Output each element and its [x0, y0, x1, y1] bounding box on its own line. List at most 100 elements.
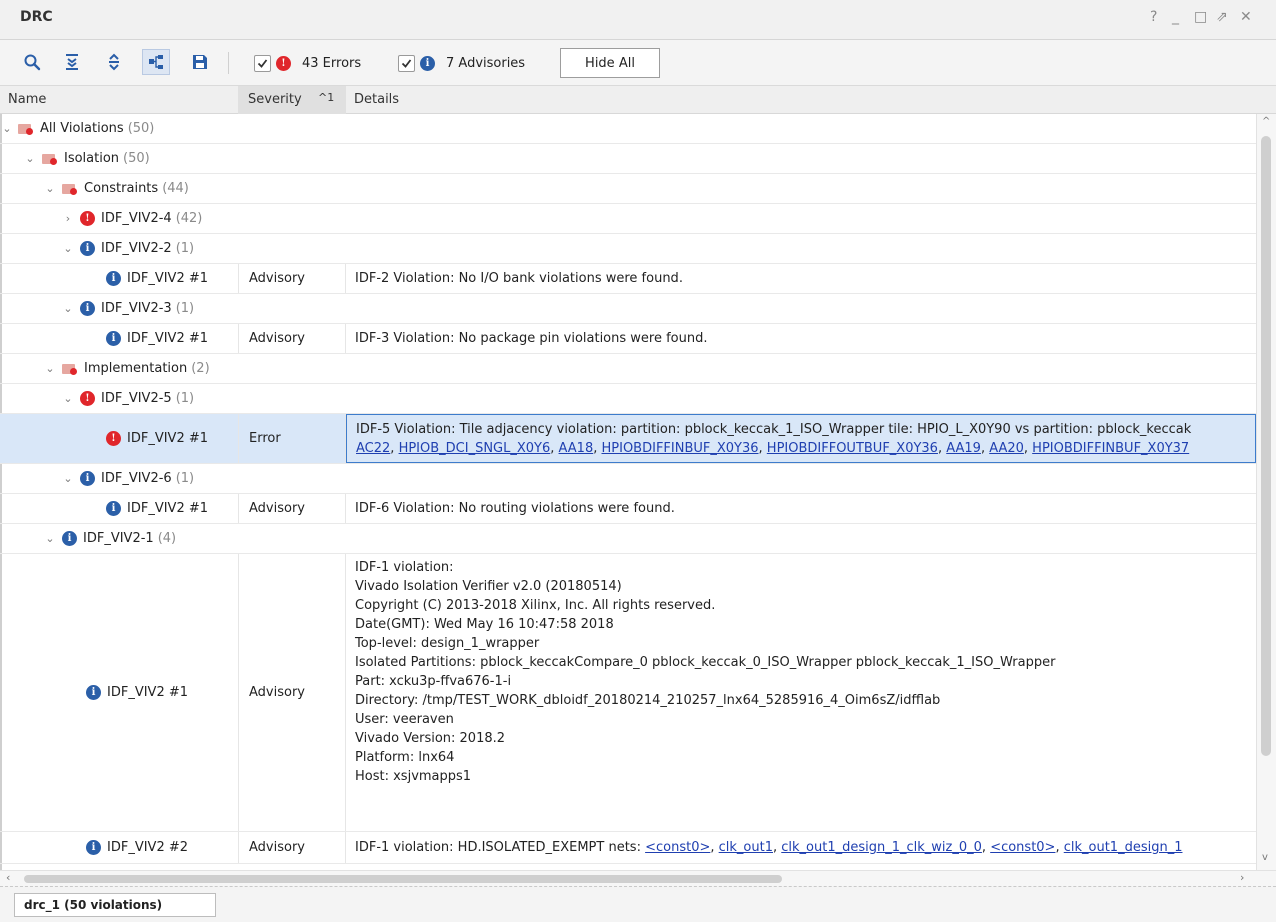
violation-name: IDF_VIV2 #1: [127, 271, 209, 286]
tree-row-viv2-3-item[interactable]: i IDF_VIV2 #1 Advisory IDF-3 Violation: …: [0, 324, 1256, 354]
tree-row-viv2-6-item[interactable]: i IDF_VIV2 #1 Advisory IDF-6 Violation: …: [0, 494, 1256, 524]
chevron-down-icon[interactable]: ⌄: [42, 182, 58, 195]
net-link[interactable]: <const0>: [990, 840, 1055, 855]
site-link[interactable]: AA18: [559, 441, 594, 456]
tree-label: IDF_VIV2-6: [101, 471, 172, 486]
details-cell: IDF-6 Violation: No routing violations w…: [355, 501, 675, 516]
net-link[interactable]: clk_out1_design_1: [1064, 840, 1183, 855]
scroll-right-icon[interactable]: ›: [1240, 871, 1244, 884]
column-header-details[interactable]: Details: [354, 92, 399, 107]
tree-row-idf-viv2-5[interactable]: ⌄ ! IDF_VIV2-5 (1): [0, 384, 1256, 414]
violation-folder-icon: [62, 182, 78, 196]
violation-name: IDF_VIV2 #1: [107, 685, 189, 700]
tree-count: (1): [175, 301, 195, 316]
tree-row-idf-viv2-6[interactable]: ⌄ i IDF_VIV2-6 (1): [0, 464, 1256, 494]
chevron-down-icon[interactable]: ⌄: [0, 122, 14, 135]
violation-name: IDF_VIV2 #1: [127, 431, 209, 446]
scroll-left-icon[interactable]: ‹: [6, 871, 10, 884]
advisories-checkbox[interactable]: [398, 54, 415, 72]
info-icon: i: [86, 840, 101, 855]
errors-filter[interactable]: ! 43 Errors: [254, 52, 361, 74]
tree-label: Isolation: [64, 151, 120, 166]
float-button[interactable]: ⇗: [1216, 9, 1228, 25]
tree-row-viv2-1-item2[interactable]: i IDF_VIV2 #2 Advisory IDF-1 violation: …: [0, 832, 1256, 864]
tree-row-constraints[interactable]: ⌄ Constraints (44): [0, 174, 1256, 204]
site-link[interactable]: AC22: [356, 441, 390, 456]
violations-tree[interactable]: ⌄ All Violations (50) ⌄ Isolation (50) ⌄…: [0, 114, 1256, 870]
horizontal-scrollbar[interactable]: ‹ ›: [0, 870, 1276, 886]
chevron-down-icon[interactable]: ⌄: [60, 472, 76, 485]
tree-row-isolation[interactable]: ⌄ Isolation (50): [0, 144, 1256, 174]
tree-label: IDF_VIV2-1: [83, 531, 154, 546]
vertical-scroll-thumb[interactable]: [1261, 136, 1271, 756]
tree-row-viv2-1-item1[interactable]: i IDF_VIV2 #1 Advisory IDF-1 violation: …: [0, 554, 1256, 832]
tree-count: (50): [123, 151, 150, 166]
group-by-icon[interactable]: [142, 49, 170, 75]
site-link[interactable]: HPIOBDIFFINBUF_X0Y36: [602, 441, 759, 456]
chevron-down-icon[interactable]: ⌄: [60, 392, 76, 405]
details-line: IDF-1 violation:: [355, 560, 454, 575]
scroll-up-icon[interactable]: ^: [1262, 116, 1270, 127]
errors-checkbox[interactable]: [254, 54, 271, 72]
column-header-severity[interactable]: Severity: [248, 92, 302, 107]
tree-label: IDF_VIV2-3: [101, 301, 172, 316]
tree-row-viv2-5-item-selected[interactable]: ! IDF_VIV2 #1 Error IDF-5 Violation: Til…: [0, 414, 1256, 464]
site-link[interactable]: HPIOB_DCI_SNGL_X0Y6: [399, 441, 551, 456]
title-bar: DRC ? _ □ ⇗ ✕: [0, 0, 1276, 40]
tree-row-idf-viv2-3[interactable]: ⌄ i IDF_VIV2-3 (1): [0, 294, 1256, 324]
tree-row-all-violations[interactable]: ⌄ All Violations (50): [0, 114, 1256, 144]
error-icon: !: [276, 55, 291, 71]
details-line: IDF-5 Violation: Tile adjacency violatio…: [356, 421, 1192, 437]
details-line: Vivado Version: 2018.2: [355, 731, 506, 746]
save-icon[interactable]: [186, 49, 214, 75]
tree-row-idf-viv2-1[interactable]: ⌄ i IDF_VIV2-1 (4): [0, 524, 1256, 554]
tree-row-idf-viv2-4[interactable]: › ! IDF_VIV2-4 (42): [0, 204, 1256, 234]
horizontal-scroll-thumb[interactable]: [24, 875, 782, 883]
tree-count: (50): [127, 121, 155, 136]
tree-count: (2): [191, 361, 210, 376]
hide-all-button[interactable]: Hide All: [560, 48, 660, 78]
tree-row-viv2-2-item[interactable]: i IDF_VIV2 #1 Advisory IDF-2 Violation: …: [0, 264, 1256, 294]
site-link[interactable]: HPIOBDIFFINBUF_X0Y37: [1032, 441, 1189, 456]
site-link[interactable]: AA20: [989, 441, 1024, 456]
chevron-down-icon[interactable]: ⌄: [60, 302, 76, 315]
toolbar-separator: [228, 52, 229, 74]
search-icon[interactable]: [18, 49, 46, 75]
chevron-down-icon[interactable]: ⌄: [42, 362, 58, 375]
severity-cell: Advisory: [238, 494, 346, 523]
site-link[interactable]: AA19: [946, 441, 981, 456]
violation-folder-icon: [62, 362, 78, 376]
advisories-filter[interactable]: i 7 Advisories: [398, 52, 525, 74]
chevron-down-icon[interactable]: ⌄: [60, 242, 76, 255]
help-button[interactable]: ?: [1150, 9, 1157, 25]
details-line: Host: xsjvmapps1: [355, 769, 472, 784]
chevron-right-icon[interactable]: ›: [60, 212, 76, 225]
column-header-name[interactable]: Name: [8, 92, 46, 107]
site-link[interactable]: HPIOBDIFFOUTBUF_X0Y36: [767, 441, 938, 456]
violation-folder-icon: [18, 122, 34, 136]
net-link[interactable]: <const0>: [645, 840, 710, 855]
details-cell: IDF-2 Violation: No I/O bank violations …: [355, 271, 683, 286]
error-icon: !: [80, 211, 95, 226]
scroll-down-icon[interactable]: v: [1262, 852, 1268, 863]
collapse-all-icon[interactable]: [58, 49, 86, 75]
close-button[interactable]: ✕: [1240, 9, 1252, 25]
maximize-button[interactable]: □: [1194, 9, 1207, 25]
tree-row-idf-viv2-2[interactable]: ⌄ i IDF_VIV2-2 (1): [0, 234, 1256, 264]
minimize-button[interactable]: _: [1172, 9, 1179, 25]
tree-label: All Violations: [40, 121, 124, 136]
expand-all-icon[interactable]: [100, 49, 128, 75]
errors-filter-label: 43 Errors: [302, 55, 362, 71]
tree-row-implementation[interactable]: ⌄ Implementation (2): [0, 354, 1256, 384]
net-link[interactable]: clk_out1: [719, 840, 773, 855]
severity-cell: Advisory: [238, 264, 346, 293]
vertical-scrollbar[interactable]: ^ v: [1256, 114, 1276, 870]
sort-indicator: ^1: [318, 91, 335, 104]
chevron-down-icon[interactable]: ⌄: [42, 532, 58, 545]
drc-result-tab[interactable]: drc_1 (50 violations): [14, 893, 216, 917]
details-line: Directory: /tmp/TEST_WORK_dbloidf_201802…: [355, 693, 941, 708]
chevron-down-icon[interactable]: ⌄: [22, 152, 38, 165]
net-link[interactable]: clk_out1_design_1_clk_wiz_0_0: [781, 840, 982, 855]
violation-folder-icon: [42, 152, 58, 166]
severity-cell: Error: [238, 414, 346, 463]
